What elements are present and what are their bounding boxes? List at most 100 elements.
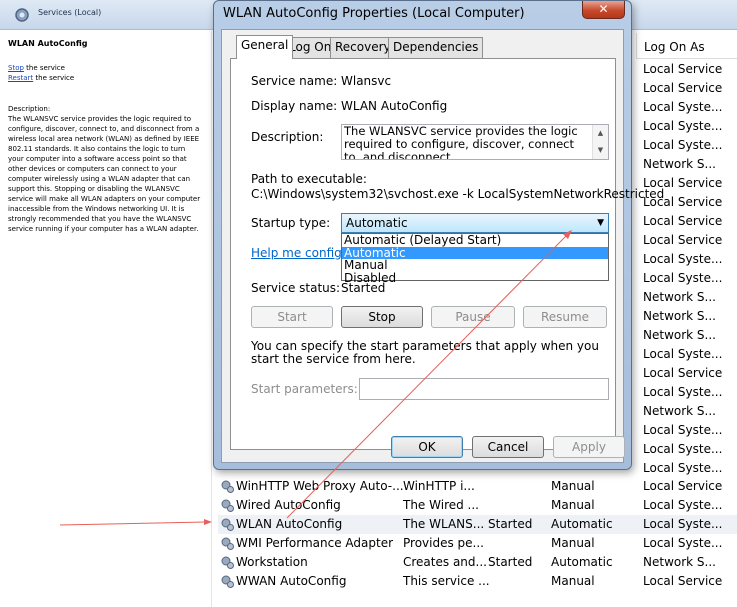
service-details-pane: WLAN AutoConfig Stop the service Restart…: [0, 31, 212, 607]
service-row[interactable]: Wired AutoConfig The Wired ... Manual Local…: [218, 496, 737, 515]
restart-service-link[interactable]: Restart: [8, 74, 33, 82]
chevron-down-icon: ▼: [597, 218, 604, 228]
log-on-as-cell: Network S...: [643, 404, 716, 418]
log-on-as-column: Local Service Local Service Local Syste...…: [643, 60, 722, 478]
services-gear-icon: [15, 8, 29, 22]
description-textbox[interactable]: The WLANSVC service provides the logic r…: [341, 124, 609, 160]
service-logon-cell: Local Service: [643, 479, 723, 493]
log-on-as-cell: Local Service: [643, 214, 723, 228]
log-on-as-cell: Local Service: [643, 81, 723, 95]
service-name-label: Service name:: [251, 74, 338, 88]
tab-recovery[interactable]: Recovery: [330, 37, 396, 58]
startup-option[interactable]: Manual: [342, 259, 608, 272]
service-description-text: The WLANSVC service provides the logic r…: [8, 115, 201, 233]
restart-suffix-text: the service: [33, 74, 75, 82]
path-label: Path to executable:: [251, 172, 367, 186]
service-row[interactable]: WMI Performance Adapter Provides pe... Man…: [218, 534, 737, 553]
log-on-as-cell: Local Service: [643, 366, 723, 380]
general-tab-panel: Service name: Wlansvc Display name: WLAN…: [230, 58, 664, 450]
service-status-cell: Started: [488, 517, 533, 531]
start-params-note: You can specify the start parameters tha…: [251, 339, 599, 366]
display-name-value: WLAN AutoConfig: [341, 99, 448, 113]
service-startup-cell: Automatic: [551, 555, 613, 569]
service-description-cell: The WLANS...: [403, 517, 485, 531]
log-on-as-cell: Local Syste...: [643, 100, 723, 114]
apply-button[interactable]: Apply: [553, 436, 625, 458]
service-status-cell: Started: [488, 555, 533, 569]
service-name-cell: WMI Performance Adapter: [236, 536, 394, 550]
tab-general[interactable]: General: [236, 35, 294, 59]
service-startup-cell: Manual: [551, 498, 595, 512]
service-logon-cell: Network S...: [643, 555, 716, 569]
log-on-as-cell: Local Syste...: [643, 347, 723, 361]
stop-button[interactable]: Stop: [341, 306, 423, 328]
scroll-down-icon[interactable]: ▼: [593, 142, 608, 159]
service-startup-cell: Manual: [551, 536, 595, 550]
log-on-as-cell: Local Syste...: [643, 252, 723, 266]
service-row[interactable]: WWAN AutoConfig This service ... Manual Loc…: [218, 572, 737, 591]
log-on-as-cell: Local Syste...: [643, 385, 723, 399]
startup-option[interactable]: Automatic (Delayed Start): [342, 234, 608, 247]
service-gear-icon: [221, 480, 234, 493]
service-name-cell: WLAN AutoConfig: [236, 517, 343, 531]
stop-service-link[interactable]: Stop: [8, 64, 24, 72]
scroll-up-icon[interactable]: ▲: [593, 125, 608, 142]
service-logon-cell: Local Syste...: [643, 517, 723, 531]
log-on-as-cell: Network S...: [643, 157, 716, 171]
service-description-cell: This service ...: [403, 574, 490, 588]
service-name-cell: Workstation: [236, 555, 308, 569]
log-on-as-cell: Local Syste...: [643, 138, 723, 152]
close-button[interactable]: ✕: [582, 1, 625, 19]
stop-suffix-text: the service: [23, 64, 65, 72]
startup-type-value: Automatic: [346, 216, 408, 230]
log-on-as-cell: Network S...: [643, 290, 716, 304]
column-header-log-on-as[interactable]: Log On As: [636, 33, 737, 59]
services-title: Services (Local): [38, 8, 102, 17]
startup-type-select[interactable]: Automatic ▼: [341, 213, 609, 233]
service-gear-icon: [221, 499, 234, 512]
start-params-input[interactable]: [359, 378, 609, 400]
dialog-body: General Log On Recovery Dependencies Ser…: [221, 29, 664, 463]
properties-dialog: WLAN AutoConfig Properties (Local Comput…: [213, 0, 664, 470]
cancel-button[interactable]: Cancel: [472, 436, 544, 458]
service-status-label: Service status:: [251, 281, 341, 295]
description-label: Description:: [251, 130, 324, 144]
selected-service-heading: WLAN AutoConfig: [8, 39, 88, 48]
service-description-cell: The Wired ...: [403, 498, 479, 512]
close-icon: ✕: [598, 2, 609, 16]
dialog-title: WLAN AutoConfig Properties (Local Comput…: [223, 6, 525, 21]
resume-button[interactable]: Resume: [523, 306, 607, 328]
ok-button[interactable]: OK: [391, 436, 463, 458]
restart-action: Restart the service: [8, 73, 203, 83]
service-description-cell: Provides pe...: [403, 536, 484, 550]
service-row[interactable]: WLAN AutoConfig The WLANS... Started Automa…: [218, 515, 737, 534]
description-text: The WLANSVC service provides the logic r…: [344, 124, 578, 160]
service-startup-cell: Manual: [551, 574, 595, 588]
log-on-as-cell: Network S...: [643, 328, 716, 342]
service-logon-cell: Local Service: [643, 574, 723, 588]
startup-type-dropdown-list: Automatic (Delayed Start) Automatic Manual…: [341, 233, 609, 284]
log-on-as-cell: Local Syste...: [643, 442, 723, 456]
service-description-cell: WinHTTP i...: [403, 479, 475, 493]
startup-type-label: Startup type:: [251, 216, 331, 230]
log-on-as-cell: Local Syste...: [643, 119, 723, 133]
service-logon-cell: Local Syste...: [643, 498, 723, 512]
description-scrollbar[interactable]: ▲ ▼: [592, 125, 608, 159]
service-gear-icon: [221, 518, 234, 531]
service-gear-icon: [221, 556, 234, 569]
pause-button[interactable]: Pause: [431, 306, 515, 328]
service-name-cell: WWAN AutoConfig: [236, 574, 347, 588]
tab-dependencies[interactable]: Dependencies: [388, 37, 484, 58]
display-name-label: Display name:: [251, 99, 338, 113]
start-button[interactable]: Start: [251, 306, 333, 328]
service-startup-cell: Automatic: [551, 517, 613, 531]
log-on-as-cell: Local Syste...: [643, 423, 723, 437]
log-on-as-cell: Local Service: [643, 233, 723, 247]
log-on-as-cell: Local Syste...: [643, 461, 723, 475]
service-name-cell: WinHTTP Web Proxy Auto-...: [236, 479, 404, 493]
service-gear-icon: [221, 537, 234, 550]
service-row[interactable]: Workstation Creates and... Started Automati…: [218, 553, 737, 572]
startup-option[interactable]: Disabled: [342, 271, 608, 285]
service-row[interactable]: WinHTTP Web Proxy Auto-... WinHTTP i... Ma…: [218, 477, 737, 496]
service-name-cell: Wired AutoConfig: [236, 498, 341, 512]
